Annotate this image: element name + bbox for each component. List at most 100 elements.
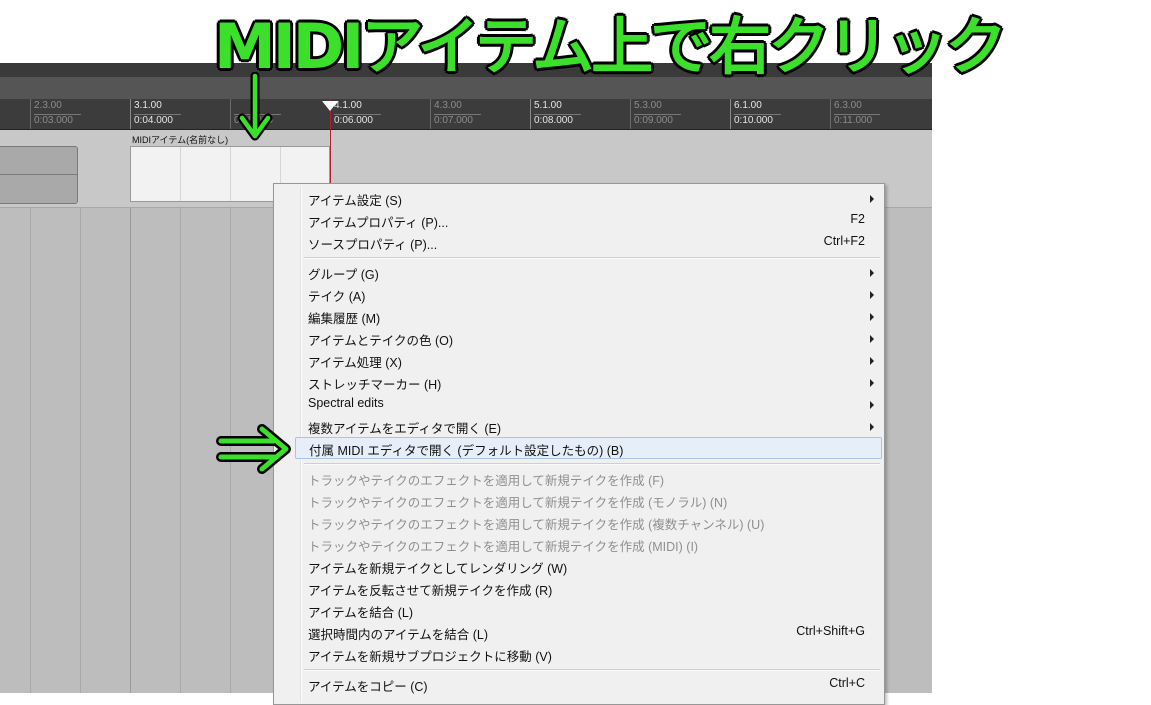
menu-item-take[interactable]: テイク (A) [274, 283, 882, 305]
ruler-bar-label: 3.1.00 [134, 100, 162, 111]
ruler-bar-label: 2.3.00 [34, 100, 62, 111]
ruler-time-label: 0:10.000 [734, 114, 781, 126]
menu-item-label: アイテムを新規テイクとしてレンダリング (W) [308, 562, 568, 576]
grid-line [130, 130, 131, 693]
menu-item-edit-history[interactable]: 編集履歴 (M) [274, 305, 882, 327]
ruler-bar-label: 6.1.00 [734, 100, 762, 111]
menu-item-label: 編集履歴 (M) [308, 312, 381, 326]
grid-line [30, 130, 31, 693]
submenu-arrow-icon [870, 195, 874, 203]
menu-item-label: アイテムプロパティ (P)... [308, 216, 449, 230]
menu-item-shortcut: F2 [850, 212, 865, 226]
menu-item-spectral-edits[interactable]: Spectral edits [274, 393, 882, 415]
ruler-tick: 4.3.00 0:07.000 [430, 99, 481, 129]
menu-item-item-settings[interactable]: アイテム設定 (S) [274, 187, 882, 209]
menu-item-label: トラックやテイクのエフェクトを適用して新規テイクを作成 (F) [308, 474, 665, 488]
ruler-time-label: 0:04.000 [134, 114, 181, 126]
menu-item-label: トラックやテイクのエフェクトを適用して新規テイクを作成 (モノラル) (N) [308, 496, 728, 510]
ruler-tick: 5.1.00 0:08.000 [530, 99, 581, 129]
submenu-arrow-icon [870, 379, 874, 387]
menu-item-label: アイテムを新規サブプロジェクトに移動 (V) [308, 650, 552, 664]
menu-item-shortcut: Ctrl+F2 [823, 234, 865, 248]
menu-item-render-as-new-take[interactable]: アイテムを新規テイクとしてレンダリング (W) [274, 555, 882, 577]
item-grid-line [230, 147, 231, 201]
menu-item-label: ストレッチマーカー (H) [308, 378, 442, 392]
ruler-tick: 5.3.00 0:09.000 [630, 99, 681, 129]
menu-item-item-properties[interactable]: アイテムプロパティ (P)... F2 [274, 209, 882, 231]
ruler-time-label: 0:07.000 [434, 114, 481, 126]
submenu-arrow-icon [870, 423, 874, 431]
menu-item-label: グループ (G) [308, 268, 379, 282]
menu-item-group[interactable]: グループ (G) [274, 261, 882, 283]
ruler-bar-label: 4.3.00 [434, 100, 462, 111]
menu-item-open-in-builtin-midi-editor[interactable]: 付属 MIDI エディタで開く (デフォルト設定したもの) (B) [295, 437, 882, 459]
item-divider [0, 174, 77, 175]
menu-item-label: 複数アイテムをエディタで開く (E) [308, 422, 502, 436]
menu-item-source-properties[interactable]: ソースプロパティ (P)... Ctrl+F2 [274, 231, 882, 253]
playhead-marker-icon[interactable] [322, 101, 338, 111]
media-item[interactable] [0, 146, 78, 204]
menu-item-glue-items[interactable]: アイテムを結合 (L) [274, 599, 882, 621]
grid-line [80, 130, 81, 693]
ruler-time-label: 0:06.000 [334, 114, 381, 126]
submenu-arrow-icon [870, 401, 874, 409]
menu-separator [304, 257, 880, 259]
menu-item-label: アイテム設定 (S) [308, 194, 402, 208]
timeline-ruler[interactable]: 2.3.00 0:03.000 3.1.00 0:04.000 0:05.000… [0, 99, 932, 130]
menu-item-label: アイテムをコピー (C) [308, 680, 428, 694]
ruler-tick: 6.1.00 0:10.000 [730, 99, 781, 129]
context-menu: アイテム設定 (S) アイテムプロパティ (P)... F2 ソースプロパティ … [273, 183, 885, 705]
menu-item-apply-fx-new-take-midi: トラックやテイクのエフェクトを適用して新規テイクを作成 (MIDI) (I) [274, 533, 882, 555]
item-grid-line [180, 147, 181, 201]
submenu-arrow-icon [870, 335, 874, 343]
menu-separator [304, 463, 880, 465]
menu-item-label: アイテムを結合 (L) [308, 606, 414, 620]
ruler-time-label: 0:03.000 [34, 114, 81, 126]
menu-item-item-processing[interactable]: アイテム処理 (X) [274, 349, 882, 371]
ruler-bar-label: 5.3.00 [634, 100, 662, 111]
menu-item-apply-fx-new-take: トラックやテイクのエフェクトを適用して新規テイクを作成 (F) [274, 467, 882, 489]
menu-item-glue-items-in-time-selection[interactable]: 選択時間内のアイテムを結合 (L) Ctrl+Shift+G [274, 621, 882, 643]
menu-separator [304, 669, 880, 671]
menu-item-copy-items[interactable]: アイテムをコピー (C) Ctrl+C [274, 673, 882, 695]
submenu-arrow-icon [870, 313, 874, 321]
menu-item-label: 選択時間内のアイテムを結合 (L) [308, 628, 489, 642]
menu-item-shortcut: Ctrl+C [829, 676, 865, 690]
menu-item-shortcut: Ctrl+Shift+G [796, 624, 865, 638]
submenu-arrow-icon [870, 357, 874, 365]
menu-item-label: Spectral edits [308, 396, 384, 410]
annotation-title: MIDIアイテム上で右クリック [214, 10, 1007, 83]
menu-item-open-items-in-editor[interactable]: 複数アイテムをエディタで開く (E) [274, 415, 882, 437]
ruler-bar-label: 5.1.00 [534, 100, 562, 111]
menu-item-reverse-as-new-take[interactable]: アイテムを反転させて新規テイクを作成 (R) [274, 577, 882, 599]
ruler-tick: 3.1.00 0:04.000 [130, 99, 181, 129]
menu-item-label: アイテムとテイクの色 (O) [308, 334, 454, 348]
menu-item-label: トラックやテイクのエフェクトを適用して新規テイクを作成 (MIDI) (I) [308, 540, 699, 554]
annotation-down-arrow-icon [237, 72, 273, 141]
menu-item-label: トラックやテイクのエフェクトを適用して新規テイクを作成 (複数チャンネル) (U… [308, 518, 765, 532]
grid-line [230, 130, 231, 693]
ruler-tick: 0:05.000 [230, 99, 281, 129]
ruler-bar-label: 4.1.00 [334, 100, 362, 111]
grid-line [180, 130, 181, 693]
menu-item-move-to-subproject[interactable]: アイテムを新規サブプロジェクトに移動 (V) [274, 643, 882, 665]
submenu-arrow-icon [870, 291, 874, 299]
menu-item-label: テイク (A) [308, 290, 366, 304]
menu-item-apply-fx-new-take-mono: トラックやテイクのエフェクトを適用して新規テイクを作成 (モノラル) (N) [274, 489, 882, 511]
menu-item-apply-fx-new-take-multichannel: トラックやテイクのエフェクトを適用して新規テイクを作成 (複数チャンネル) (U… [274, 511, 882, 533]
menu-item-label: ソースプロパティ (P)... [308, 238, 438, 252]
ruler-bar-label: 6.3.00 [834, 100, 862, 111]
ruler-tick: 2.3.00 0:03.000 [30, 99, 81, 129]
midi-item-label: MIDIアイテム(名前なし) [132, 135, 229, 145]
menu-item-label: アイテム処理 (X) [308, 356, 402, 370]
menu-item-item-take-color[interactable]: アイテムとテイクの色 (O) [274, 327, 882, 349]
ruler-time-label: 0:11.000 [834, 114, 881, 126]
menu-item-label: 付属 MIDI エディタで開く (デフォルト設定したもの) (B) [309, 444, 624, 458]
menu-item-stretch-markers[interactable]: ストレッチマーカー (H) [274, 371, 882, 393]
ruler-time-label: 0:09.000 [634, 114, 681, 126]
annotation-double-right-arrow-icon [216, 424, 291, 474]
ruler-tick: 6.3.00 0:11.000 [830, 99, 881, 129]
menu-item-label: アイテムを反転させて新規テイクを作成 (R) [308, 584, 553, 598]
playhead-cursor[interactable] [330, 99, 331, 195]
submenu-arrow-icon [870, 269, 874, 277]
